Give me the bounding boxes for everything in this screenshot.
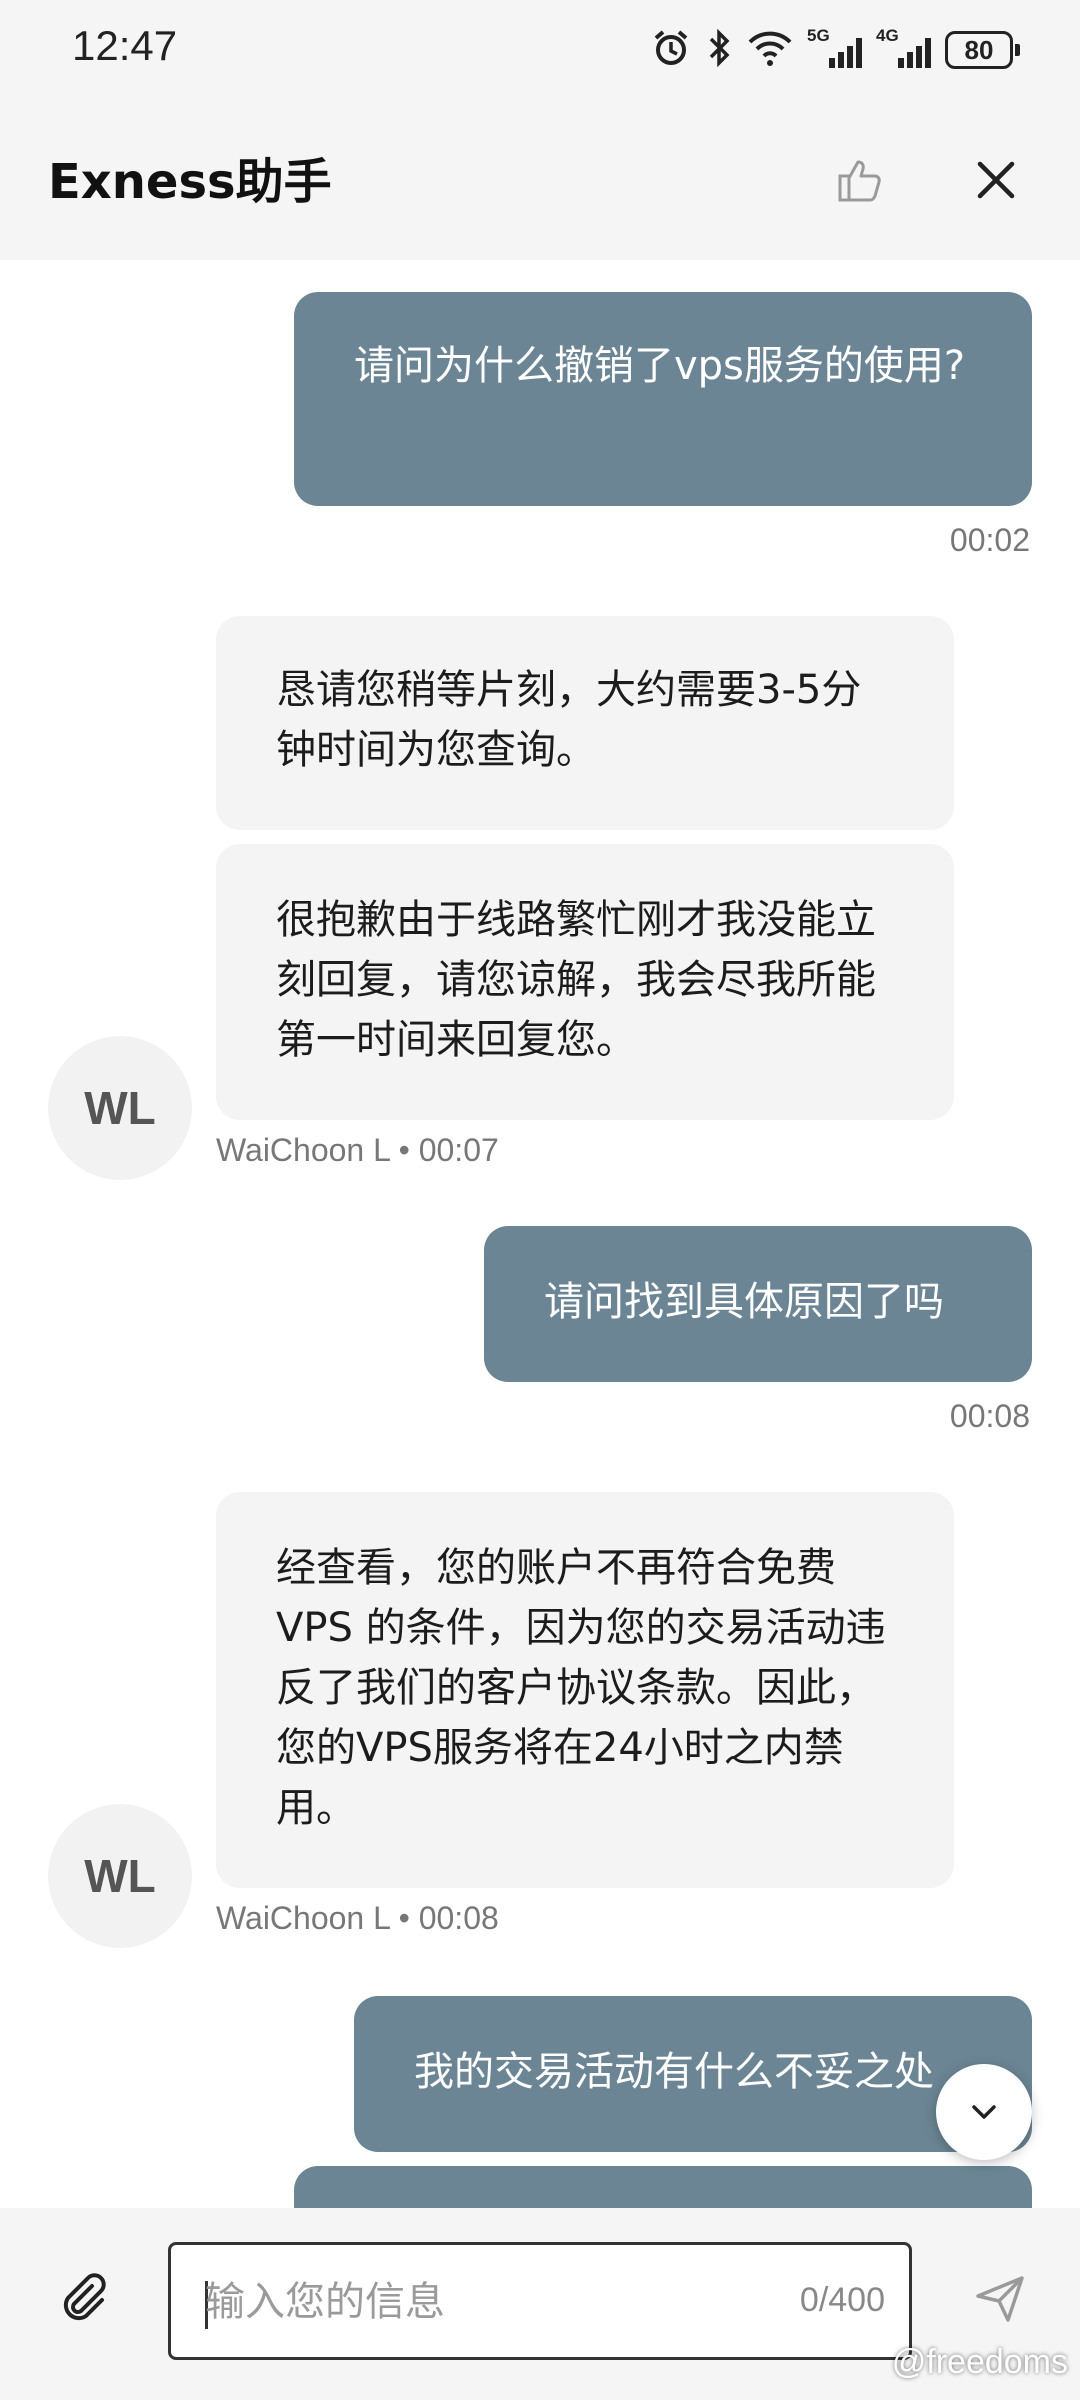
outgoing-message: 请问找到具体原因了吗 [484, 1226, 1032, 1382]
send-button[interactable] [960, 2258, 1040, 2338]
outgoing-message: 请问为什么撤销了vps服务的使用? [294, 292, 1032, 506]
battery-level: 80 [945, 31, 1013, 69]
incoming-message: 很抱歉由于线路繁忙刚才我没能立刻回复，请您谅解，我会尽我所能第一时间来回复您。 [216, 844, 954, 1120]
message-composer: 0/400 @freedoms [0, 2208, 1080, 2400]
close-icon [977, 161, 1015, 199]
character-counter: 0/400 [799, 2281, 885, 2319]
bluetooth-icon [705, 28, 733, 72]
message-time: 00:02 [949, 522, 1030, 558]
message-text: 很抱歉由于线路繁忙刚才我没能立刻回复，请您谅解，我会尽我所能第一时间来回复您。 [276, 897, 876, 1063]
chat-title: Exness助手 [48, 154, 332, 210]
signal-5g-icon: 5G [807, 26, 862, 68]
message-input[interactable] [203, 2245, 727, 2359]
chevron-down-icon [972, 2105, 996, 2119]
signal-4g-label: 4G [876, 26, 899, 45]
message-text: 我的交易活动有什么不妥之处 [414, 2049, 934, 2095]
thumbs-up-icon [838, 160, 881, 202]
status-time: 12:47 [72, 22, 178, 69]
agent-avatar: WL [48, 1804, 192, 1948]
attach-button[interactable] [44, 2258, 124, 2338]
incoming-message: 恳请您稍等片刻，大约需要3-5分钟时间为您查询。 [216, 616, 954, 830]
message-text: 恳请您稍等片刻，大约需要3-5分钟时间为您查询。 [276, 667, 862, 773]
message-text: 经查看，您的账户不再符合免费VPS 的条件，因为您的交易活动违反了我们的客户协议… [276, 1545, 886, 1831]
wifi-icon [747, 28, 793, 72]
message-time: 00:08 [949, 1398, 1030, 1434]
message-text: 请问找到具体原因了吗 [544, 1279, 944, 1325]
battery-icon: 80 [945, 31, 1020, 69]
thumbs-up-button[interactable] [822, 140, 902, 220]
incoming-message: 经查看，您的账户不再符合免费VPS 的条件，因为您的交易活动违反了我们的客户协议… [216, 1492, 954, 1888]
send-icon [976, 2276, 1024, 2322]
message-text: 请问为什么撤销了vps服务的使用? [354, 343, 966, 389]
scroll-to-bottom-button[interactable] [936, 2064, 1032, 2160]
close-button[interactable] [956, 140, 1036, 220]
signal-4g-icon: 4G [876, 26, 931, 68]
message-meta: WaiChoon L • 00:08 [216, 1900, 499, 1936]
paperclip-icon [63, 2273, 106, 2321]
outgoing-message: 我的交易活动有什么不妥之处 [354, 1996, 1032, 2152]
watermark: @freedoms [891, 2343, 1068, 2381]
status-icons: 5G 4G 80 [651, 26, 1020, 72]
chat-header: Exness助手 [0, 100, 1080, 260]
signal-5g-label: 5G [807, 26, 830, 45]
outgoing-message-partial [294, 2166, 1032, 2208]
status-bar: 12:47 5G 4G 80 [0, 0, 1080, 100]
chat-messages[interactable]: 请问为什么撤销了vps服务的使用? 00:02 恳请您稍等片刻，大约需要3-5分… [0, 260, 1080, 2208]
message-input-box[interactable]: 0/400 [168, 2242, 912, 2360]
alarm-icon [651, 28, 691, 72]
agent-avatar: WL [48, 1036, 192, 1180]
message-meta: WaiChoon L • 00:07 [216, 1132, 499, 1168]
